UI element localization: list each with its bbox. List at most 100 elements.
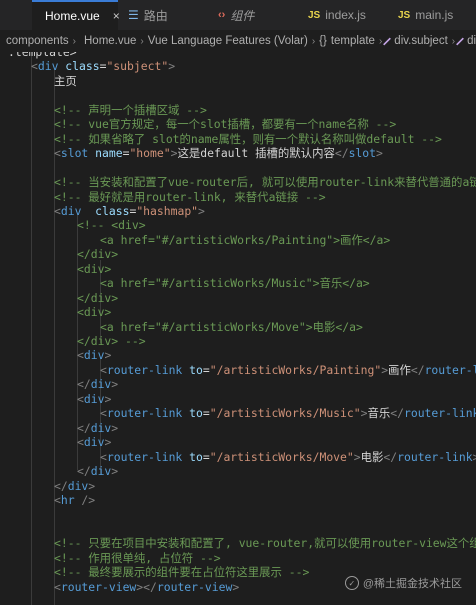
tab-home-vue[interactable]: Home.vue × xyxy=(32,0,120,30)
code-token: ></ xyxy=(136,579,157,594)
markdown-icon: ☰ xyxy=(128,8,139,22)
tab-main-js[interactable]: JS main.js xyxy=(398,0,476,30)
code-token: </ xyxy=(54,478,68,493)
watermark-text: @稀土掘金技术社区 xyxy=(362,578,462,590)
tab-label: Home.vue xyxy=(45,9,100,23)
indent-guide xyxy=(31,52,32,605)
js-icon: JS xyxy=(308,9,321,21)
code-token: div xyxy=(67,478,89,493)
breadcrumb-item[interactable]: Home.vue xyxy=(84,35,136,47)
code-token: = xyxy=(202,362,210,377)
code-line: 主页 xyxy=(54,73,77,89)
editor-tab-bar: Home.vue × ☰ 路由 ‹› 组件 JS index.js JS mai… xyxy=(0,0,476,30)
code-token: < xyxy=(100,362,107,377)
code-token: > xyxy=(376,146,383,161)
code-token: < xyxy=(77,348,84,363)
breadcrumb-item[interactable]: Vue Language Features (Volar) xyxy=(148,35,308,47)
code-token: > xyxy=(111,464,119,479)
code-token: to xyxy=(182,362,203,377)
code-token: "/artisticWorks/Move" xyxy=(209,449,354,464)
watermark: ✓ @稀土掘金技术社区 xyxy=(344,575,462,591)
code-token: <!-- 当安装和配置了vue-router后, 就可以使用router-lin… xyxy=(54,175,476,190)
code-token: router-link xyxy=(397,449,473,464)
braces-icon: {} xyxy=(319,35,327,47)
code-token: </ xyxy=(77,377,91,392)
code-token: </ xyxy=(410,362,425,377)
logo-icon: ✓ xyxy=(344,576,359,590)
code-token: to xyxy=(182,406,203,421)
breadcrumb-item[interactable]: components xyxy=(6,35,69,47)
code-token: < xyxy=(54,146,61,161)
code-token: 这是default 插槽的默认内容 xyxy=(177,146,335,161)
code-token: router-link xyxy=(106,406,183,421)
breadcrumb-item[interactable]: template xyxy=(331,35,375,47)
code-token: slot xyxy=(60,146,89,161)
tab-component[interactable]: ‹› 组件 xyxy=(218,0,298,30)
code-line: <div class="subject"> xyxy=(31,58,175,74)
code-token: </ xyxy=(77,420,91,435)
code-token: div xyxy=(60,203,82,218)
code-token: <a href="#/artisticWorks/Painting">画作</a… xyxy=(100,232,391,247)
breadcrumb-item[interactable]: div.hashmap xyxy=(467,35,476,47)
code-token: <a href="#/artisticWorks/Music">音乐</a> xyxy=(100,276,370,291)
code-token: < xyxy=(54,492,61,507)
code-token: </div> --> xyxy=(77,334,146,348)
code-token: < xyxy=(100,449,107,464)
code-token: </ xyxy=(383,449,398,464)
code-token: "subject" xyxy=(106,59,169,74)
code-token: > xyxy=(472,449,476,464)
tab-routing[interactable]: ☰ 路由 xyxy=(128,0,208,30)
breadcrumb: components › Home.vue › Vue Language Fea… xyxy=(0,30,476,52)
tab-index-js[interactable]: JS index.js xyxy=(308,0,388,30)
code-token: </div> xyxy=(77,247,119,262)
tab-label: 路由 xyxy=(143,8,168,23)
js-icon: JS xyxy=(398,9,411,21)
code-token: router-link xyxy=(106,449,183,464)
angle-bracket-icon: ‹› xyxy=(218,9,226,21)
code-token: < xyxy=(77,435,84,450)
code-token: 主页 xyxy=(54,73,77,88)
chevron-right-icon: › xyxy=(140,35,144,47)
tab-label: main.js xyxy=(415,8,454,22)
code-token: <!-- 声明一个插槽区域 --> xyxy=(54,102,207,117)
element-icon xyxy=(456,37,465,45)
code-token: > xyxy=(232,579,240,594)
code-token: div xyxy=(90,464,112,479)
code-token: < xyxy=(77,391,84,406)
code-line: <router-link to="/artisticWorks/Painting… xyxy=(100,362,476,378)
code-token: <div> xyxy=(77,261,112,276)
code-token: > xyxy=(104,348,112,363)
code-token: router-link xyxy=(424,362,476,377)
code-token: router-link xyxy=(403,406,476,421)
code-editor[interactable]: :template> <div class="subject"> 主页 <!-- 声明… xyxy=(0,52,476,605)
code-token: div xyxy=(90,377,112,392)
element-icon xyxy=(383,37,392,45)
code-token: div xyxy=(90,420,112,435)
code-token: /> xyxy=(74,492,96,507)
code-line: <slot name="home">这是default 插槽的默认内容</slo… xyxy=(54,145,383,161)
code-token: div xyxy=(37,59,59,74)
code-token: "hashmap" xyxy=(136,203,199,218)
code-line: <router-link to="/artisticWorks/Music">音… xyxy=(100,405,476,421)
code-token: > xyxy=(88,478,96,493)
code-token: div xyxy=(83,391,105,406)
code-token: 电影 xyxy=(360,449,384,464)
close-icon[interactable]: × xyxy=(113,9,120,23)
code-token: "/artisticWorks/Music" xyxy=(209,406,361,421)
code-token: < xyxy=(100,406,107,421)
code-token: < xyxy=(31,59,38,74)
code-token: </ xyxy=(390,406,404,421)
code-token: router-view xyxy=(156,579,233,594)
breadcrumb-item[interactable]: div.subject xyxy=(394,35,447,47)
code-token: = xyxy=(202,449,210,464)
code-token: class xyxy=(81,203,130,218)
code-token: hr xyxy=(60,492,75,507)
code-token: </ xyxy=(334,146,349,161)
code-token: to xyxy=(182,449,203,464)
tab-label: 组件 xyxy=(230,8,255,23)
code-token: router-link xyxy=(106,362,183,377)
code-token: "/artisticWorks/Painting" xyxy=(209,362,382,377)
code-token: </ xyxy=(77,464,91,479)
code-line: <router-link to="/artisticWorks/Move">电影… xyxy=(100,449,476,465)
code-token: <!-- vue官方规定，每一个slot插槽，都要有一个name名称 --> xyxy=(54,117,397,132)
